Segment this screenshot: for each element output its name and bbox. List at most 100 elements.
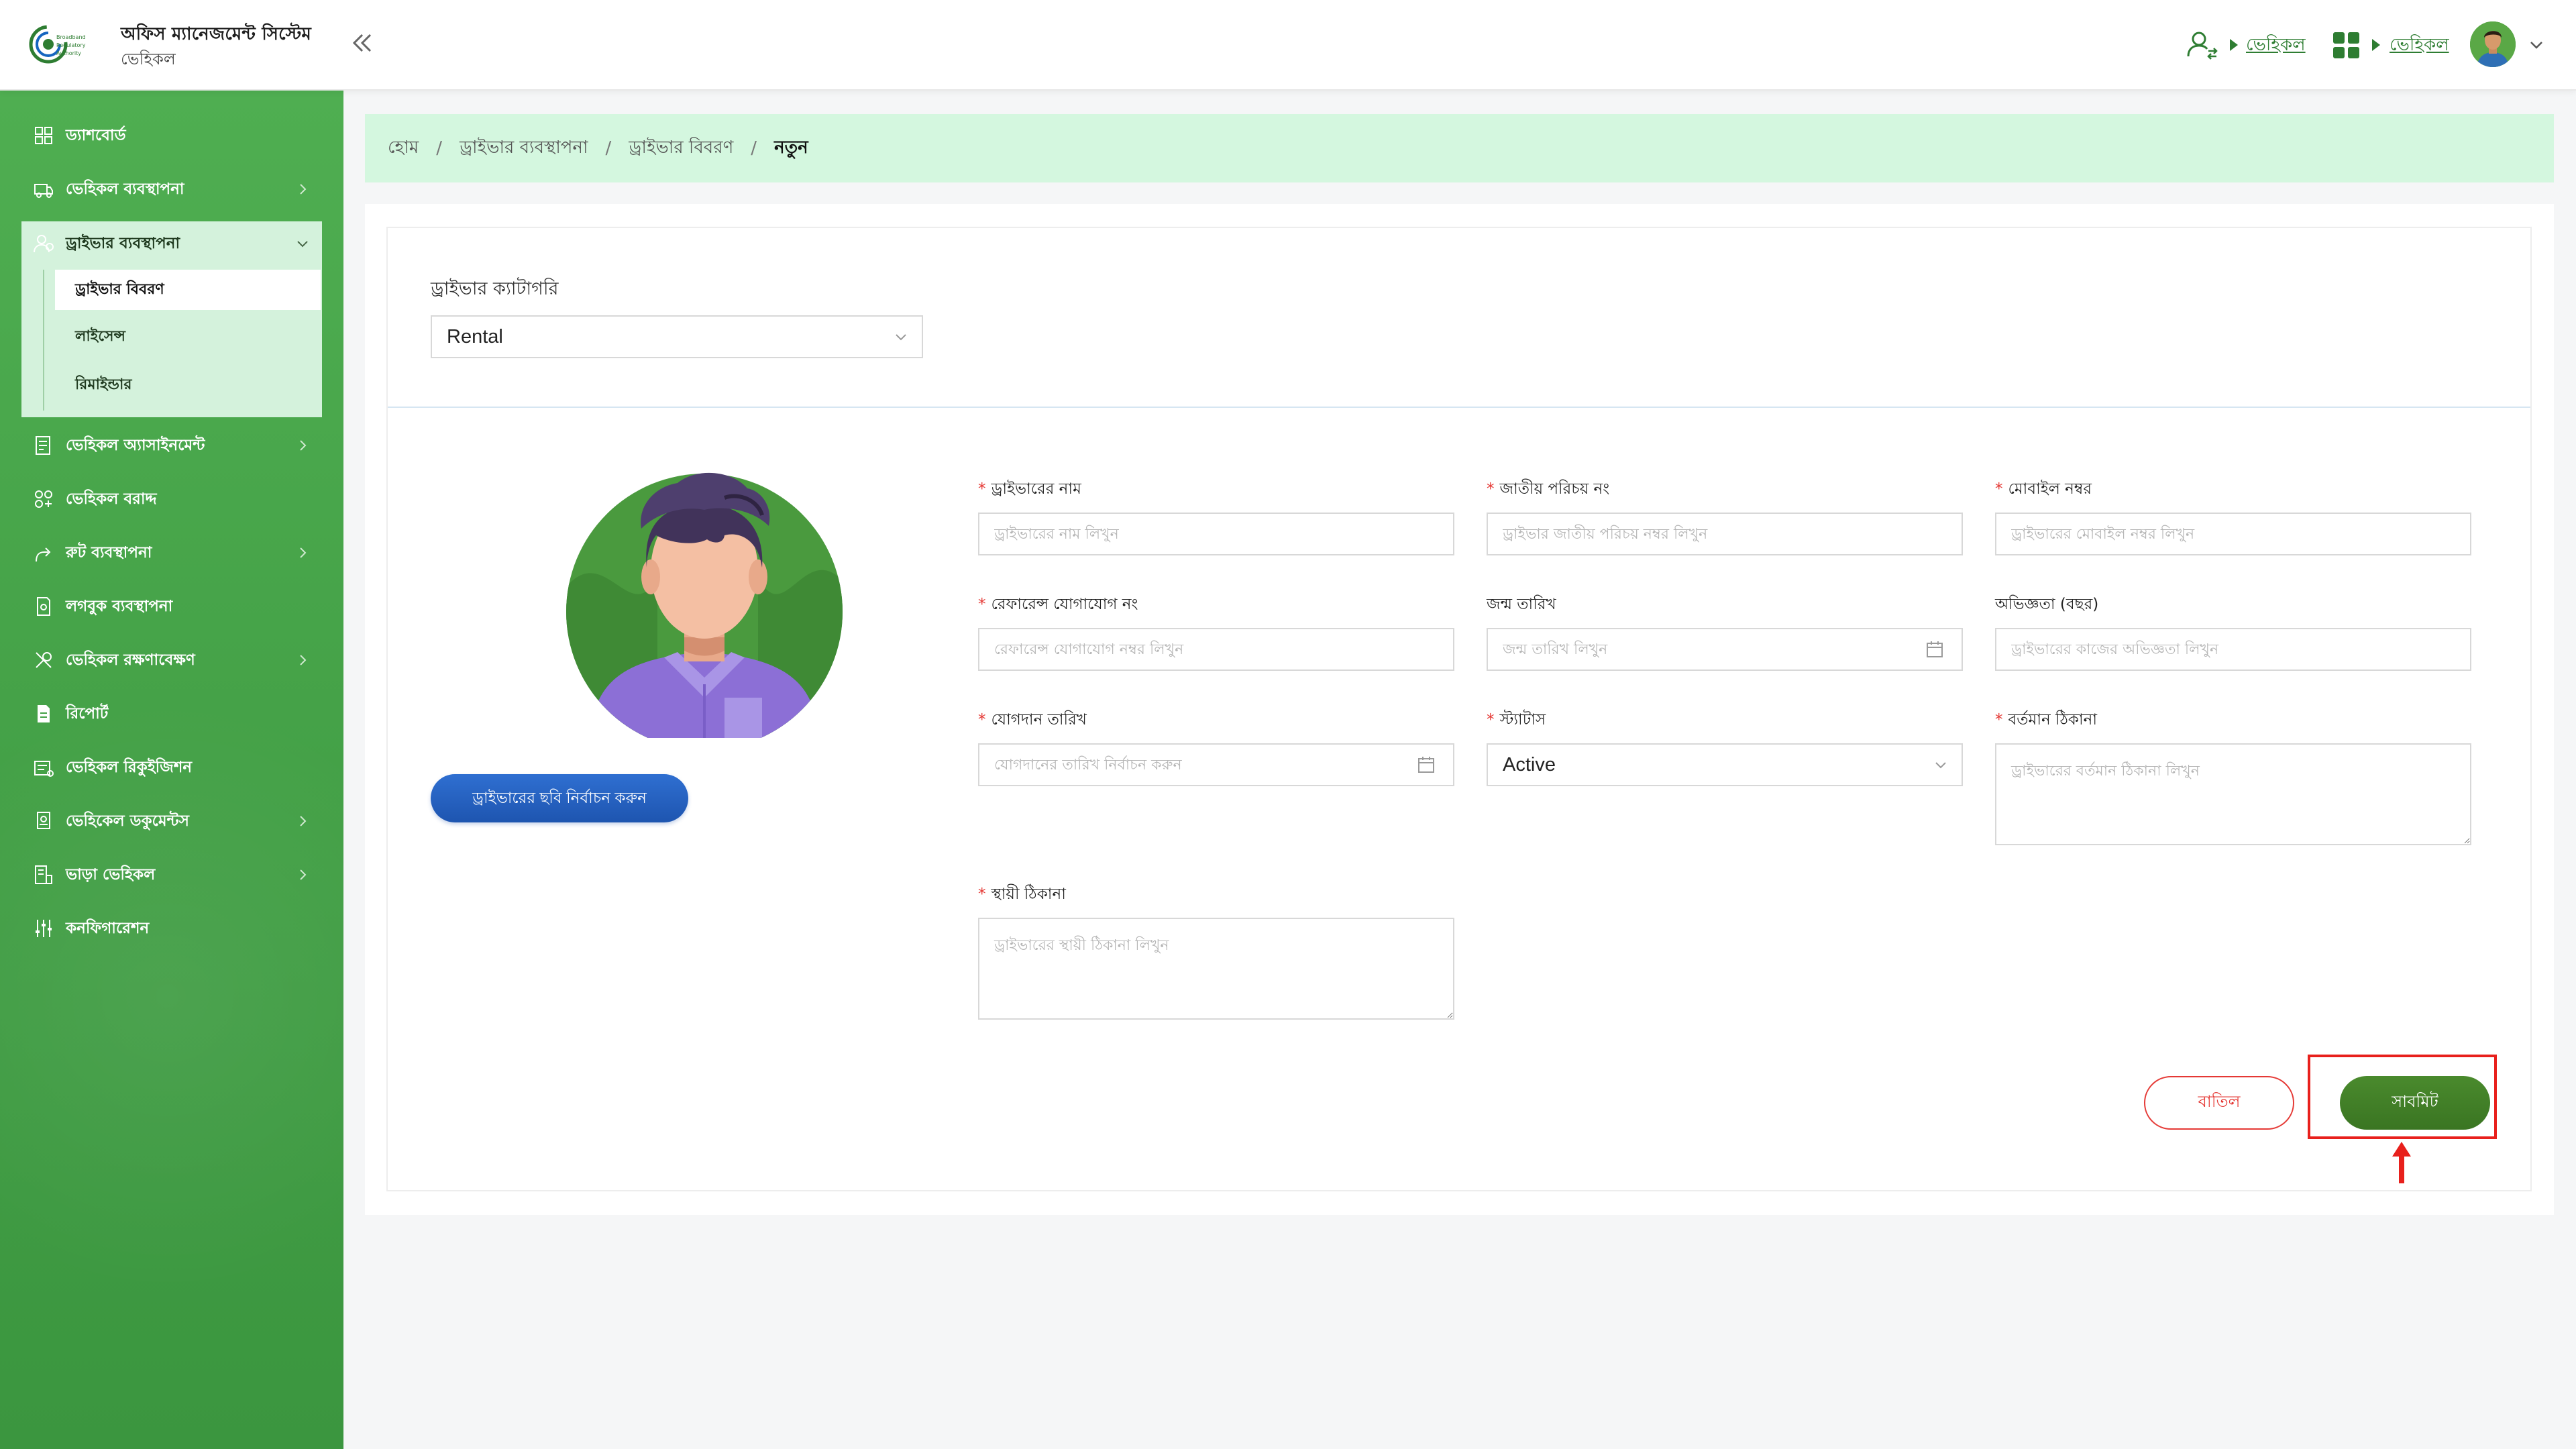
sidebar-item-driver-management[interactable]: ড্রাইভার ব্যবস্থাপনা bbox=[21, 221, 322, 266]
chevron-down-icon bbox=[297, 241, 308, 248]
dob-label-text: জন্ম তারিখ bbox=[1487, 596, 1556, 613]
report-icon bbox=[38, 705, 50, 722]
driver-icon bbox=[34, 235, 54, 253]
nid-label: * জাতীয় পরিচয় নং bbox=[1487, 476, 1609, 502]
driver-photo-placeholder bbox=[566, 472, 843, 738]
sidebar-item-label: ভেহিকেল ডকুমেন্টস bbox=[66, 812, 189, 830]
joining-date-input[interactable] bbox=[978, 743, 1454, 786]
sidebar-item-label: ভেহিকল রক্ষণাবেক্ষণ bbox=[66, 651, 195, 669]
section-divider bbox=[388, 407, 2530, 408]
submenu-guide-line bbox=[43, 270, 44, 411]
sidebar-item-label: কনফিগারেশন bbox=[66, 919, 150, 937]
driver-name-input[interactable] bbox=[978, 513, 1454, 555]
sidebar-subitem-license[interactable]: লাইসেন্স bbox=[55, 317, 321, 357]
status-select[interactable]: Active bbox=[1487, 743, 1963, 786]
breadcrumb-driver-details[interactable]: ড্রাইভার বিবরণ bbox=[629, 133, 733, 163]
present-address-input[interactable] bbox=[1995, 743, 2471, 845]
nid-label-text: জাতীয় পরিচয় নং bbox=[1499, 480, 1610, 498]
sidebar: ড্যাশবোর্ড ভেহিকল ব্যবস্থাপনা ড্রাইভার ব… bbox=[0, 91, 343, 1449]
sidebar-item-vehicle-management[interactable]: ভেহিকল ব্যবস্থাপনা bbox=[21, 167, 322, 211]
sidebar-item-label: ভেহিকল অ্যাসাইনমেন্ট bbox=[66, 436, 205, 454]
permanent-address-input[interactable] bbox=[978, 918, 1454, 1020]
present-address-label: * বর্তমান ঠিকানা bbox=[1995, 707, 2097, 733]
joining-date-label-text: যোগদান তারিখ bbox=[991, 711, 1087, 729]
sidebar-submenu-driver-management: ড্রাইভার ব্যবস্থাপনা ড্রাইভার বিবরণ লাইস… bbox=[21, 221, 322, 417]
sidebar-item-label: ড্রাইভার ব্যবস্থাপনা bbox=[66, 234, 180, 252]
status-label: * স্ট্যাটাস bbox=[1487, 707, 1546, 733]
chevron-down-icon bbox=[1935, 762, 1946, 769]
breadcrumb-arrow-icon bbox=[2372, 39, 2380, 51]
chevron-right-icon bbox=[300, 655, 307, 665]
sidebar-subitem-driver-details[interactable]: ড্রাইভার বিবরণ bbox=[55, 270, 321, 310]
permanent-address-label: * স্থায়ী ঠিকানা bbox=[978, 881, 1066, 908]
chevron-right-icon bbox=[300, 816, 307, 826]
breadcrumb-driver-management[interactable]: ড্রাইভার ব্যবস্থাপনা bbox=[460, 133, 588, 163]
choose-photo-button[interactable]: ড্রাইভারের ছবি নির্বাচন করুন bbox=[431, 774, 688, 822]
dob-label: জন্ম তারিখ bbox=[1487, 592, 1556, 618]
required-mark: * bbox=[978, 480, 986, 498]
mobile-input[interactable] bbox=[1995, 513, 2471, 555]
mobile-label: * মোবাইল নম্বর bbox=[1995, 476, 2092, 502]
sidebar-item-vehicle-assignment[interactable]: ভেহিকল অ্যাসাইনমেন্ট bbox=[21, 423, 322, 468]
breadcrumb-separator: / bbox=[751, 138, 757, 158]
cancel-button[interactable]: বাতিল bbox=[2144, 1076, 2294, 1130]
apps-grid-icon[interactable] bbox=[2333, 32, 2360, 59]
user-avatar-image bbox=[2470, 21, 2516, 67]
form-container: ড্রাইভার ক্যাটাগরি Rental ড্রাইভারের ছবি… bbox=[365, 204, 2554, 1215]
sidebar-item-rental-vehicle[interactable]: ভাড়া ভেহিকল bbox=[21, 853, 322, 897]
reference-contact-input[interactable] bbox=[978, 628, 1454, 671]
sidebar-item-label: ভেহিকল বরাদ্দ bbox=[66, 490, 157, 508]
sidebar-item-vehicle-allocation[interactable]: ভেহিকল বরাদ্দ bbox=[21, 477, 322, 521]
sidebar-item-route-management[interactable]: রুট ব্যবস্থাপনা bbox=[21, 531, 322, 575]
sidebar-item-configuration[interactable]: কনফিগারেশন bbox=[21, 906, 322, 951]
driver-category-value: Rental bbox=[447, 325, 503, 347]
sidebar-item-label: ড্যাশবোর্ড bbox=[66, 126, 126, 144]
avatar[interactable] bbox=[2470, 21, 2516, 67]
sidebar-item-report[interactable]: রিপোর্ট bbox=[21, 692, 322, 736]
apps-module-link[interactable]: ভেহিকল bbox=[2390, 31, 2449, 60]
submit-button[interactable]: সাবমিট bbox=[2340, 1076, 2490, 1130]
calendar-icon[interactable] bbox=[1925, 640, 1944, 659]
sidebar-item-label: রিপোর্ট bbox=[66, 704, 109, 722]
dob-input[interactable] bbox=[1487, 628, 1963, 671]
experience-input[interactable] bbox=[1995, 628, 2471, 671]
maintenance-icon bbox=[36, 652, 52, 668]
user-switch-icon[interactable] bbox=[2186, 28, 2219, 62]
sidebar-item-label: ভেহিকল ব্যবস্থাপনা bbox=[66, 180, 184, 198]
chevron-right-icon bbox=[300, 440, 307, 451]
sidebar-item-vehicle-requisition[interactable]: ভেহিকল রিকুইজিশন bbox=[21, 745, 322, 790]
required-mark: * bbox=[978, 596, 986, 613]
sidebar-collapse-button[interactable] bbox=[347, 28, 377, 58]
sidebar-item-vehicle-maintenance[interactable]: ভেহিকল রক্ষণাবেক্ষণ bbox=[21, 638, 322, 682]
nid-input[interactable] bbox=[1487, 513, 1963, 555]
breadcrumb-separator: / bbox=[605, 138, 612, 158]
experience-label: অভিজ্ঞতা (বছর) bbox=[1995, 592, 2098, 618]
required-mark: * bbox=[1995, 711, 2003, 729]
chevron-down-icon bbox=[896, 334, 906, 341]
cancel-button-label: বাতিল bbox=[2198, 1092, 2241, 1111]
config-icon bbox=[36, 920, 52, 937]
sidebar-subitem-reminder[interactable]: রিমাইন্ডার bbox=[55, 365, 321, 405]
sidebar-item-dashboard[interactable]: ড্যাশবোর্ড bbox=[21, 113, 322, 158]
driver-name-label: * ড্রাইভারের নাম bbox=[978, 476, 1081, 502]
app-title: অফিস ম্যানেজমেন্ট সিস্টেম bbox=[121, 24, 312, 44]
required-mark: * bbox=[1487, 480, 1495, 498]
logo-text-2: Regulatory bbox=[56, 42, 86, 48]
chevron-down-icon[interactable] bbox=[2528, 36, 2545, 54]
route-icon bbox=[36, 547, 51, 562]
driver-category-select[interactable]: Rental bbox=[431, 315, 923, 358]
required-mark: * bbox=[1487, 711, 1495, 729]
breadcrumb: হোম / ড্রাইভার ব্যবস্থাপনা / ড্রাইভার বি… bbox=[365, 114, 2554, 182]
logo-text-1: Broadband bbox=[56, 34, 86, 40]
submit-button-label: সাবমিট bbox=[2392, 1092, 2438, 1111]
breadcrumb-home[interactable]: হোম bbox=[388, 133, 419, 163]
sidebar-item-vehicle-documents[interactable]: ভেহিকেল ডকুমেন্টস bbox=[21, 799, 322, 843]
documents-icon bbox=[37, 812, 50, 829]
status-value: Active bbox=[1503, 753, 1556, 775]
user-module-link[interactable]: ভেহিকল bbox=[2246, 31, 2306, 60]
calendar-icon[interactable] bbox=[1417, 755, 1436, 774]
dashboard-icon bbox=[35, 127, 52, 144]
required-mark: * bbox=[1995, 480, 2003, 498]
sidebar-item-logbook-management[interactable]: লগবুক ব্যবস্থাপনা bbox=[21, 584, 322, 629]
required-mark: * bbox=[978, 885, 986, 903]
